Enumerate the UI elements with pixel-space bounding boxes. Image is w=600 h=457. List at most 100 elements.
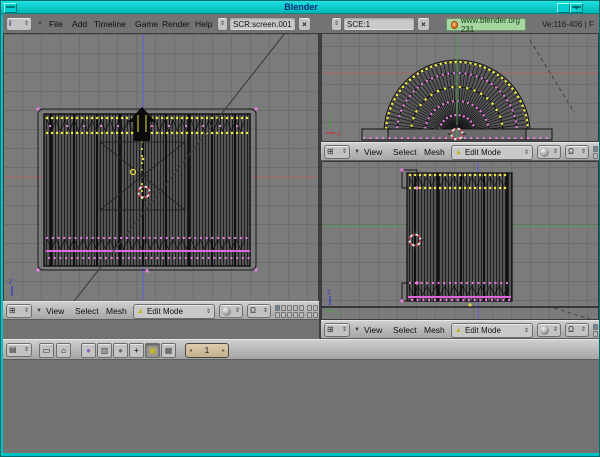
header-collapse-icon[interactable]: ▼ bbox=[354, 327, 360, 333]
menu-mesh[interactable]: Mesh bbox=[106, 306, 127, 316]
menu-view[interactable]: View bbox=[364, 147, 382, 157]
stepper-icon: ⇕ bbox=[342, 327, 347, 333]
mode-label: Edit Mode bbox=[465, 148, 521, 157]
logic-icon: ● bbox=[86, 346, 91, 355]
viewport-side[interactable]: Z y bbox=[321, 161, 599, 320]
svg-text:Z: Z bbox=[9, 280, 13, 286]
context-scene-button[interactable]: ▦ bbox=[161, 343, 176, 358]
home-button[interactable]: ⌂ bbox=[56, 343, 71, 358]
draw-mode-sphere-icon bbox=[540, 326, 549, 335]
menu-timeline[interactable]: Timeline bbox=[94, 19, 126, 29]
svg-text:x: x bbox=[337, 132, 340, 138]
menu-select[interactable]: Select bbox=[75, 306, 99, 316]
screen-browse-button[interactable]: ⇕ bbox=[217, 17, 228, 31]
stepper-icon: ⇕ bbox=[553, 149, 558, 155]
header-collapse-icon[interactable]: ▼ bbox=[354, 149, 360, 155]
screen-delete-button[interactable]: × bbox=[298, 17, 311, 31]
top-viewport-canvas: y x bbox=[322, 34, 599, 142]
titlebar[interactable]: Blender ▼ bbox=[1, 1, 600, 14]
stepper-icon: ⇕ bbox=[581, 149, 586, 155]
buttons-window-type[interactable]: ▤ ⇕ bbox=[6, 343, 32, 357]
editmode-icon: ▲ bbox=[455, 327, 462, 334]
window-divider[interactable] bbox=[319, 33, 321, 339]
draw-mode-dropdown[interactable]: ⇕ bbox=[219, 304, 243, 318]
mode-dropdown[interactable]: ▲ Edit Mode ⇕ bbox=[451, 145, 533, 160]
frame-number-field[interactable]: ◂ 1 ▸ bbox=[185, 343, 229, 358]
menu-view[interactable]: View bbox=[46, 306, 64, 316]
screen-name-field[interactable]: SCR:screen.001 bbox=[229, 17, 296, 31]
context-object-button[interactable]: + bbox=[129, 343, 144, 358]
draw-mode-dropdown[interactable]: ⇕ bbox=[537, 145, 561, 159]
side-viewport-canvas: Z y bbox=[322, 162, 599, 320]
blender-url-badge[interactable]: www.blender.org 231 bbox=[446, 18, 526, 31]
app-area: i ⇕ ▼ File Add Timeline Game Render Help… bbox=[3, 14, 599, 453]
mode-dropdown[interactable]: ▲ Edit Mode ⇕ bbox=[451, 323, 533, 338]
buttons-area: ▼ Link and Materials ⇕ ME:Cylinder F OB:… bbox=[3, 360, 599, 453]
front-viewport-canvas: Z x bbox=[4, 34, 319, 320]
viewport-front-header: ⊞ ⇕ ▼ View Select Mesh ▲ Edit Mode ⇕ ⇕ Ω… bbox=[3, 301, 319, 320]
grid-icon: ⊞ bbox=[9, 307, 16, 315]
viewport-side-header: ⊞ ⇕ ▼ View Select Mesh ▲ Edit Mode ⇕ ⇕ Ω… bbox=[321, 320, 599, 339]
layer-buttons[interactable] bbox=[593, 324, 599, 337]
panel-alignment-button[interactable]: ▭ bbox=[39, 343, 54, 358]
stepper-icon: ⇕ bbox=[553, 327, 558, 333]
svg-text:y: y bbox=[327, 112, 330, 118]
pivot-dropdown[interactable]: Ω ⇕ bbox=[247, 304, 271, 318]
context-editing-button[interactable]: ▣ bbox=[145, 343, 160, 358]
header-collapse-icon[interactable]: ▼ bbox=[37, 21, 43, 27]
menu-mesh[interactable]: Mesh bbox=[424, 147, 445, 157]
menu-render[interactable]: Render bbox=[162, 19, 190, 29]
viewport-top[interactable]: y x bbox=[321, 33, 599, 142]
frame-left-icon[interactable]: ◂ bbox=[189, 347, 192, 354]
stepper-icon: ⇕ bbox=[220, 21, 225, 27]
viewport-type-button[interactable]: ⊞ ⇕ bbox=[6, 304, 32, 318]
buttons-window-header: ▤ ⇕ ▭ ⌂ ● ▥ ● + ▣ bbox=[3, 339, 599, 360]
scene-stats: Ve:116-406 | F bbox=[542, 20, 594, 29]
frame-number: 1 bbox=[205, 346, 209, 355]
viewport-type-button[interactable]: ⊞ ⇕ bbox=[324, 323, 350, 337]
menu-file[interactable]: File bbox=[49, 19, 63, 29]
viewport-type-button[interactable]: ⊞ ⇕ bbox=[324, 145, 350, 159]
context-shading-button[interactable]: ● bbox=[113, 343, 128, 358]
context-script-button[interactable]: ▥ bbox=[97, 343, 112, 358]
layer-buttons[interactable] bbox=[593, 146, 599, 159]
shade-button[interactable]: ▼ bbox=[570, 3, 583, 13]
axis-indicator: Z y bbox=[326, 290, 340, 316]
pivot-dropdown[interactable]: Ω ⇕ bbox=[565, 145, 589, 159]
scene-icon: ▦ bbox=[165, 346, 173, 355]
pivot-dropdown[interactable]: Ω ⇕ bbox=[565, 323, 589, 337]
menu-game[interactable]: Game bbox=[135, 19, 158, 29]
menu-select[interactable]: Select bbox=[393, 325, 417, 335]
svg-text:Z: Z bbox=[327, 290, 331, 296]
menu-help[interactable]: Help bbox=[195, 19, 212, 29]
layer-buttons[interactable] bbox=[275, 305, 319, 318]
script-icon: ▥ bbox=[101, 346, 109, 355]
menu-add[interactable]: Add bbox=[72, 19, 87, 29]
stepper-icon: ⇕ bbox=[235, 308, 240, 314]
stepper-icon: ⇕ bbox=[334, 21, 339, 27]
axis-indicator: y x bbox=[326, 112, 340, 138]
stepper-icon: ⇕ bbox=[24, 21, 29, 27]
menu-select[interactable]: Select bbox=[393, 147, 417, 157]
maximize-button[interactable] bbox=[557, 3, 570, 13]
home-icon: ⌂ bbox=[61, 346, 66, 355]
blender-logo-icon bbox=[451, 21, 458, 29]
menu-mesh[interactable]: Mesh bbox=[424, 325, 445, 335]
scene-name-field[interactable]: SCE:1 bbox=[343, 17, 415, 31]
grid-icon: ⊞ bbox=[327, 148, 334, 156]
frame-right-icon[interactable]: ▸ bbox=[222, 347, 225, 354]
svg-text:y: y bbox=[337, 310, 340, 316]
panels-icon: ▤ bbox=[9, 346, 17, 354]
stepper-icon: ⇕ bbox=[581, 327, 586, 333]
mode-dropdown[interactable]: ▲ Edit Mode ⇕ bbox=[133, 304, 215, 319]
scene-browse-button[interactable]: ⇕ bbox=[331, 17, 342, 31]
window-icon: ▭ bbox=[43, 346, 51, 355]
menu-view[interactable]: View bbox=[364, 325, 382, 335]
stepper-icon: ⇕ bbox=[24, 308, 29, 314]
scene-delete-button[interactable]: × bbox=[417, 17, 430, 31]
draw-mode-dropdown[interactable]: ⇕ bbox=[537, 323, 561, 337]
header-collapse-icon[interactable]: ▼ bbox=[36, 308, 42, 314]
window-type-button[interactable]: i ⇕ bbox=[6, 17, 32, 31]
context-logic-button[interactable]: ● bbox=[81, 343, 96, 358]
viewport-front[interactable]: Z x bbox=[3, 33, 319, 320]
